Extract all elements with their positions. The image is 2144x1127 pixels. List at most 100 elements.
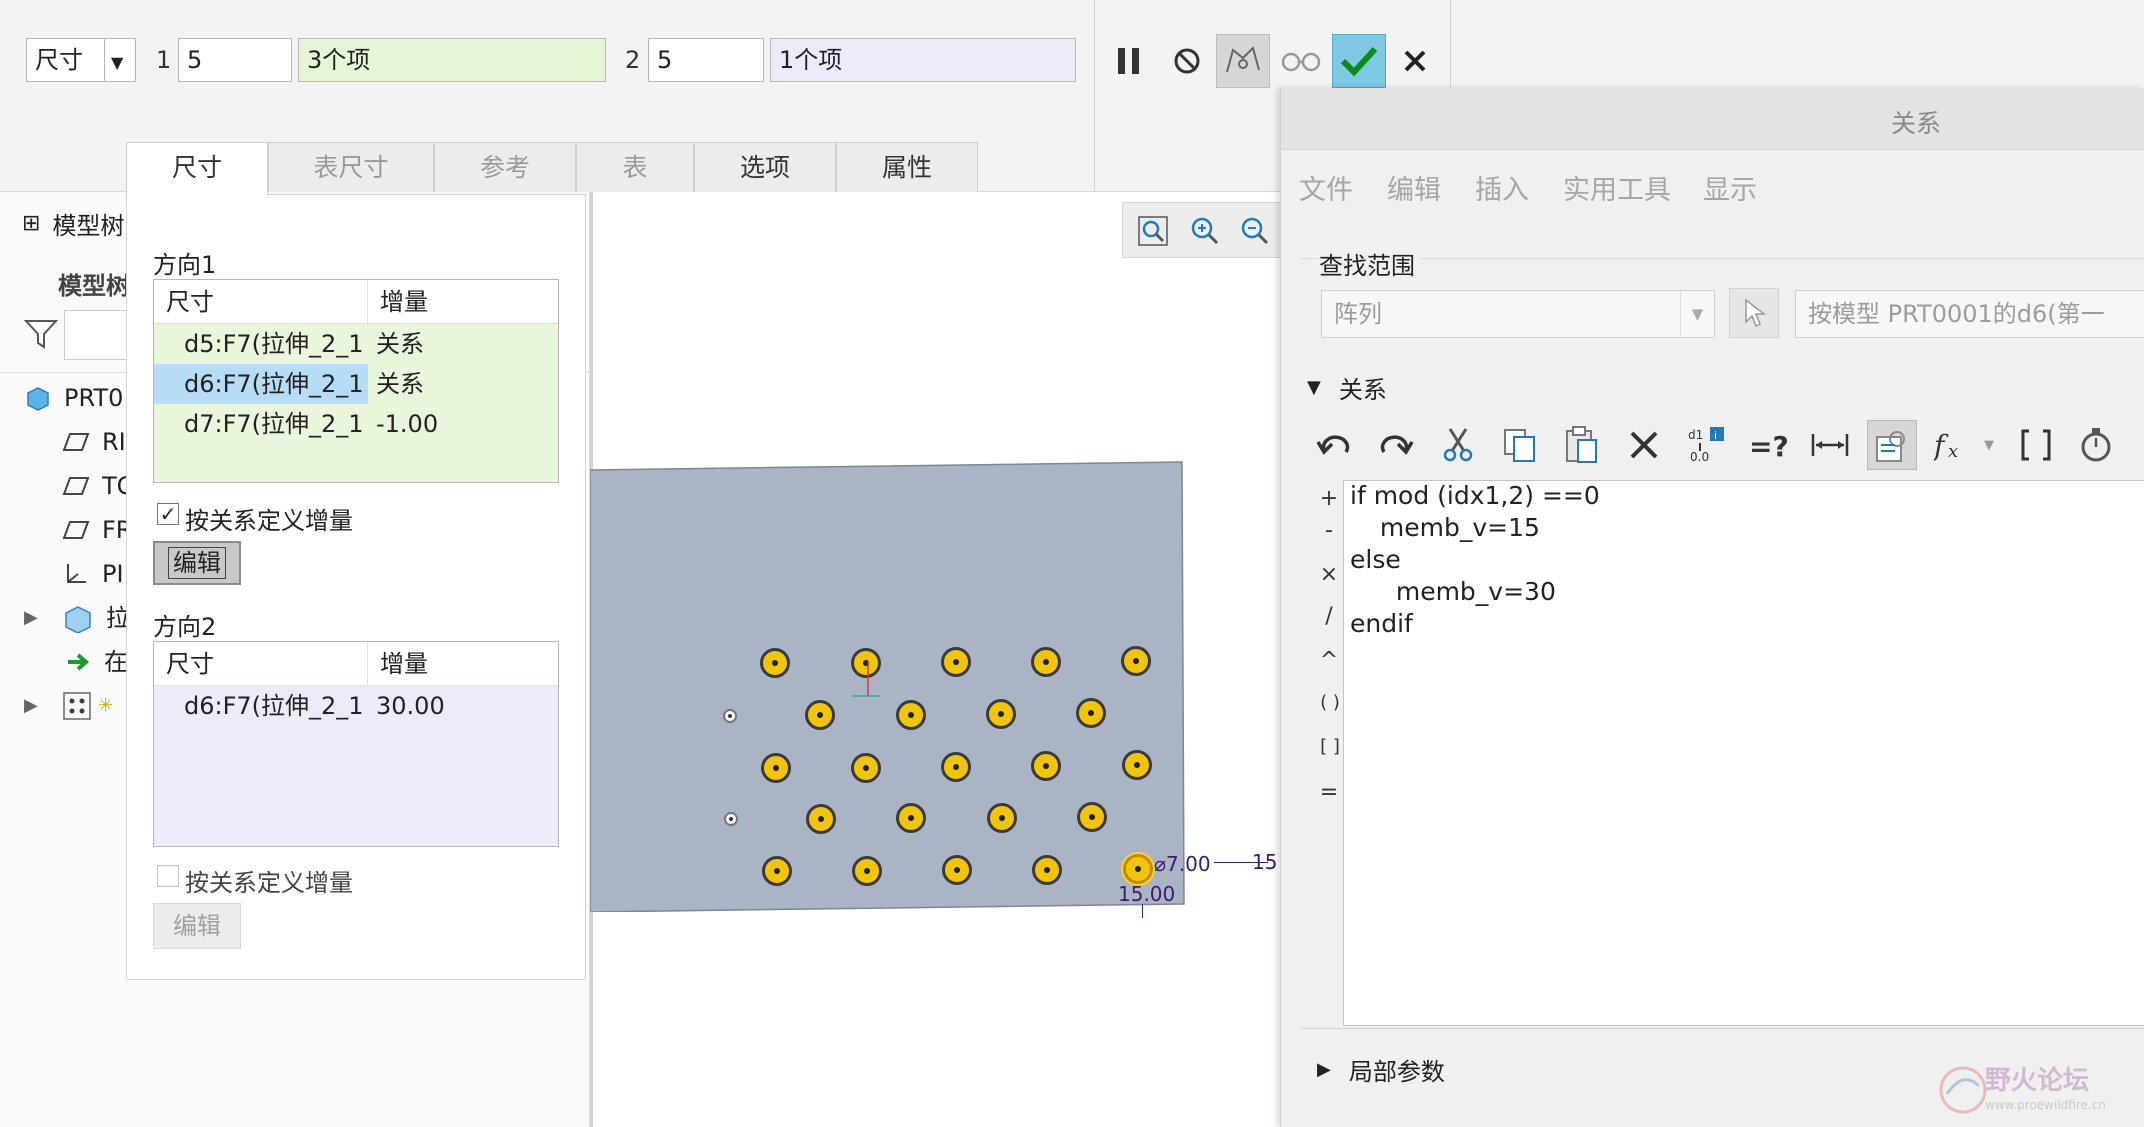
table-row[interactable]: d7:F7(拉伸_2_1 -1.00 [154,404,558,444]
expand-arrow-icon[interactable]: ▶ [24,686,62,726]
copy-button[interactable] [1495,420,1545,470]
pattern-hole[interactable] [896,803,926,833]
increment-cell[interactable]: 30.00 [368,686,558,726]
accept-button[interactable] [1332,34,1386,88]
pattern-hole[interactable] [762,856,792,886]
operator-divide-button[interactable]: / [1319,604,1339,629]
table-row-selected[interactable]: d6:F7(拉伸_2_1 关系 [154,364,558,404]
pattern-hole[interactable] [941,752,971,782]
menu-file[interactable]: 文件 [1299,168,1353,207]
pattern-hole-lead[interactable] [1123,854,1153,884]
table-row[interactable]: d5:F7(拉伸_2_1 关系 [154,324,558,364]
increment-cell[interactable]: 关系 [368,324,558,364]
relations-section-toggle[interactable]: ▼ 关系 [1307,370,1387,405]
pattern-hole[interactable] [941,647,971,677]
operator-equals-button[interactable]: = [1319,780,1339,805]
cut-button[interactable] [1433,420,1483,470]
undo-button[interactable] [1309,420,1359,470]
tree-item-csys[interactable]: PI [62,554,124,594]
edit-relation-button-2[interactable]: 编辑 [153,903,241,949]
operator-parentheses-button[interactable]: ( ) [1313,692,1347,713]
offset-dimension-vertical[interactable]: 15.00 [1118,882,1175,906]
tree-item-pattern[interactable]: ▶ ✳ [24,686,113,726]
tab-reference[interactable]: 参考 [434,142,576,194]
pattern-hole[interactable] [806,804,836,834]
dir2-count-input[interactable]: 5 [648,38,764,82]
tree-item-part[interactable]: PRT0 [24,378,123,418]
tab-properties[interactable]: 属性 [836,142,978,194]
menu-insert[interactable]: 插入 [1475,168,1529,207]
tree-item-insert-here[interactable]: 在 [66,642,128,682]
offset-dimension[interactable]: 15 [1252,850,1277,874]
pattern-hole[interactable] [760,648,790,678]
scope-value-field[interactable]: 按模型 PRT0001的d6(第一 [1795,290,2144,338]
preview-button[interactable] [1274,34,1328,88]
relations-editor[interactable]: if mod (idx1,2) ==0 memb_v=15 else memb_… [1343,480,2144,1026]
tab-options[interactable]: 选项 [694,142,836,194]
pattern-hole[interactable] [1076,698,1106,728]
model-tree-tab[interactable]: ⊞ 模型树 [22,206,124,241]
pattern-type-dropdown[interactable]: ▼ [104,38,136,82]
verify-model-button[interactable] [1216,34,1270,88]
menu-edit[interactable]: 编辑 [1387,168,1441,207]
tree-item-extrude[interactable]: ▶ 拉 [24,598,130,638]
zoom-out-icon[interactable] [1239,215,1271,251]
dir1-count-input[interactable]: 5 [178,38,292,82]
no-preview-button[interactable] [1160,34,1214,88]
menu-utilities[interactable]: 实用工具 [1563,168,1671,207]
tree-item-top-plane[interactable]: TO [62,466,136,506]
scope-select[interactable]: 阵列 ▼ [1321,290,1715,338]
sort-relations-button[interactable] [1867,420,1917,470]
operator-minus-button[interactable]: - [1319,518,1339,543]
pattern-hole[interactable] [805,700,835,730]
pattern-hole[interactable] [1032,855,1062,885]
pattern-hole[interactable] [987,803,1017,833]
tab-dimensions[interactable]: 尺寸 [126,142,268,196]
paste-button[interactable] [1557,420,1607,470]
define-increment-by-relation-checkbox[interactable]: ✓ [157,503,179,525]
diameter-dimension[interactable]: ⌀7.00 [1154,852,1211,876]
pattern-hole[interactable] [852,856,882,886]
delete-button[interactable] [1619,420,1669,470]
pattern-hole[interactable] [1031,647,1061,677]
expand-arrow-icon[interactable]: ▶ [24,598,62,638]
pattern-hole[interactable] [1077,802,1107,832]
pattern-type-select[interactable]: 尺寸 [26,38,106,82]
tree-item-front-plane[interactable]: FR [62,510,132,550]
define-increment-by-relation-checkbox-2[interactable] [157,865,179,887]
edit-relation-button[interactable]: 编辑 [153,541,241,585]
increment-cell[interactable]: 关系 [368,364,558,404]
evaluate-button[interactable]: =? [1743,420,1793,470]
filter-icon[interactable] [23,318,59,354]
tab-table[interactable]: 表 [576,142,694,194]
graphics-window[interactable]: ⌀7.00 15 15.00 [590,192,1280,1127]
local-parameters-toggle[interactable]: ▶ 局部参数 [1317,1052,1445,1087]
operator-power-button[interactable]: ^ [1319,648,1339,673]
dir1-items-collector[interactable]: 3个项 [298,38,606,82]
pattern-hole[interactable] [851,753,881,783]
show-dimension-values-button[interactable]: d1 0.0 i [1681,420,1731,470]
pattern-preview-point[interactable] [723,709,737,723]
insert-function-button[interactable]: fx [1929,420,1979,470]
increment-cell[interactable]: -1.00 [368,404,558,444]
pattern-hole[interactable] [1031,751,1061,781]
select-model-button[interactable] [1729,288,1779,338]
operator-multiply-button[interactable]: × [1319,562,1339,587]
menu-display[interactable]: 显示 [1703,168,1757,207]
tab-table-dimensions[interactable]: 表尺寸 [268,142,434,194]
pause-button[interactable] [1102,34,1156,88]
redo-button[interactable] [1371,420,1421,470]
units-button[interactable] [2071,420,2121,470]
pattern-hole[interactable] [942,855,972,885]
zoom-in-icon[interactable] [1189,215,1221,251]
dir2-items-collector[interactable]: 1个项 [770,38,1076,82]
pattern-hole[interactable] [896,700,926,730]
pattern-hole[interactable] [1121,646,1151,676]
pattern-hole[interactable] [986,699,1016,729]
tree-item-right-plane[interactable]: RI [62,422,126,462]
operator-brackets-button[interactable]: [ ] [1313,736,1347,757]
table-row[interactable]: d6:F7(拉伸_2_1 30.00 [154,686,558,726]
cancel-button[interactable] [1388,34,1442,88]
pattern-hole[interactable] [761,753,791,783]
function-dropdown[interactable]: ▼ [1977,420,2001,470]
